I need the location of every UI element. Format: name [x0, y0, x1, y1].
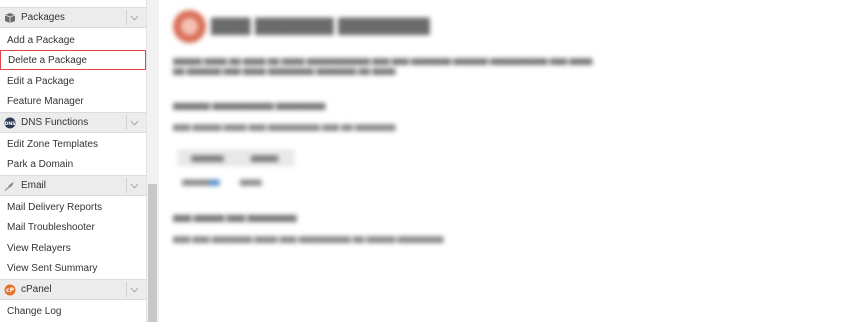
menu-item-edit-package[interactable]: Edit a Package [0, 71, 146, 91]
section-label-email: Email [21, 180, 47, 191]
section-header-packages[interactable]: Packages [0, 7, 146, 28]
menu-item-view-sent-summary[interactable]: View Sent Summary [0, 258, 146, 278]
paragraph-placeholder-1: ▆▆▆ ▆▆▆▆▆ ▆▆▆▆ ▆▆▆ ▆▆▆▆▆▆▆▆▆ ▆▆▆ ▆▆ ▆▆▆▆… [173, 122, 398, 131]
chevron-down-icon[interactable] [126, 115, 142, 130]
svg-text:DNS: DNS [4, 120, 15, 126]
menu-item-feature-manager[interactable]: Feature Manager [0, 91, 146, 111]
menu-item-edit-zone-templates[interactable]: Edit Zone Templates [0, 134, 146, 154]
section-header-email[interactable]: Email [0, 175, 146, 196]
section-label-cpanel: cPanel [21, 284, 52, 295]
page-logo-inner [181, 18, 198, 35]
email-icon [3, 179, 16, 192]
section-label-dns: DNS Functions [21, 117, 89, 128]
menu-item-view-relayers[interactable]: View Relayers [0, 238, 146, 258]
dns-icon: DNS [3, 116, 16, 129]
page-description-placeholder: ▆▆▆▆▆ ▆▆▆▆ ▆▆ ▆▆▆▆ ▆▆ ▆▆▆▆ ▆▆▆▆▆▆▆▆▆▆▆ ▆… [173, 56, 593, 75]
subheading-placeholder-1: ▆▆▆▆▆▆ ▆▆▆▆▆▆▆▆▆▆ ▆▆▆▆▆▆▆▆ [173, 101, 326, 110]
results-table-placeholder: ▆▆▆▆▆▆ ▆▆▆▆▆ ▆▆▆▆▆ ▆▆ ▆▆▆▆ [178, 150, 294, 190]
menu-item-change-log[interactable]: Change Log [0, 301, 146, 321]
chevron-down-icon[interactable] [126, 178, 142, 193]
section-header-cpanel[interactable]: cP cPanel [0, 279, 146, 300]
chevron-down-icon[interactable] [126, 10, 142, 25]
svg-text:cP: cP [6, 287, 15, 294]
menu-item-delete-package[interactable]: Delete a Package [0, 50, 146, 70]
menu-item-mail-troubleshooter[interactable]: Mail Troubleshooter [0, 217, 146, 237]
sidebar: Packages Add a Package Delete a Package … [0, 0, 146, 322]
menu-item-mail-delivery-reports[interactable]: Mail Delivery Reports [0, 197, 146, 217]
paragraph-placeholder-2: ▆▆▆ ▆▆▆ ▆▆▆▆▆▆▆ ▆▆▆▆ ▆▆▆ ▆▆▆▆▆▆▆▆▆ ▆▆ ▆▆… [173, 234, 446, 243]
subheading-placeholder-2: ▆▆▆ ▆▆▆▆▆ ▆▆▆ ▆▆▆▆▆▆▆▆ [173, 213, 297, 222]
package-icon [3, 11, 16, 24]
main-content-blurred: ▇▇▇ ▇▇▇▇▇▇ ▇▇▇▇▇▇▇ ▆▆▆▆▆ ▆▆▆▆ ▆▆ ▆▆▆▆ ▆▆… [160, 0, 847, 322]
cpanel-icon: cP [3, 283, 16, 296]
page-title-placeholder: ▇▇▇ ▇▇▇▇▇▇ ▇▇▇▇▇▇▇ [211, 16, 430, 35]
section-label-packages: Packages [21, 12, 65, 23]
section-header-dns[interactable]: DNS DNS Functions [0, 112, 146, 133]
chevron-down-icon[interactable] [126, 282, 142, 297]
sidebar-scrollbar-thumb[interactable] [148, 184, 157, 322]
menu-item-park-domain[interactable]: Park a Domain [0, 154, 146, 174]
menu-item-add-package[interactable]: Add a Package [0, 30, 146, 50]
